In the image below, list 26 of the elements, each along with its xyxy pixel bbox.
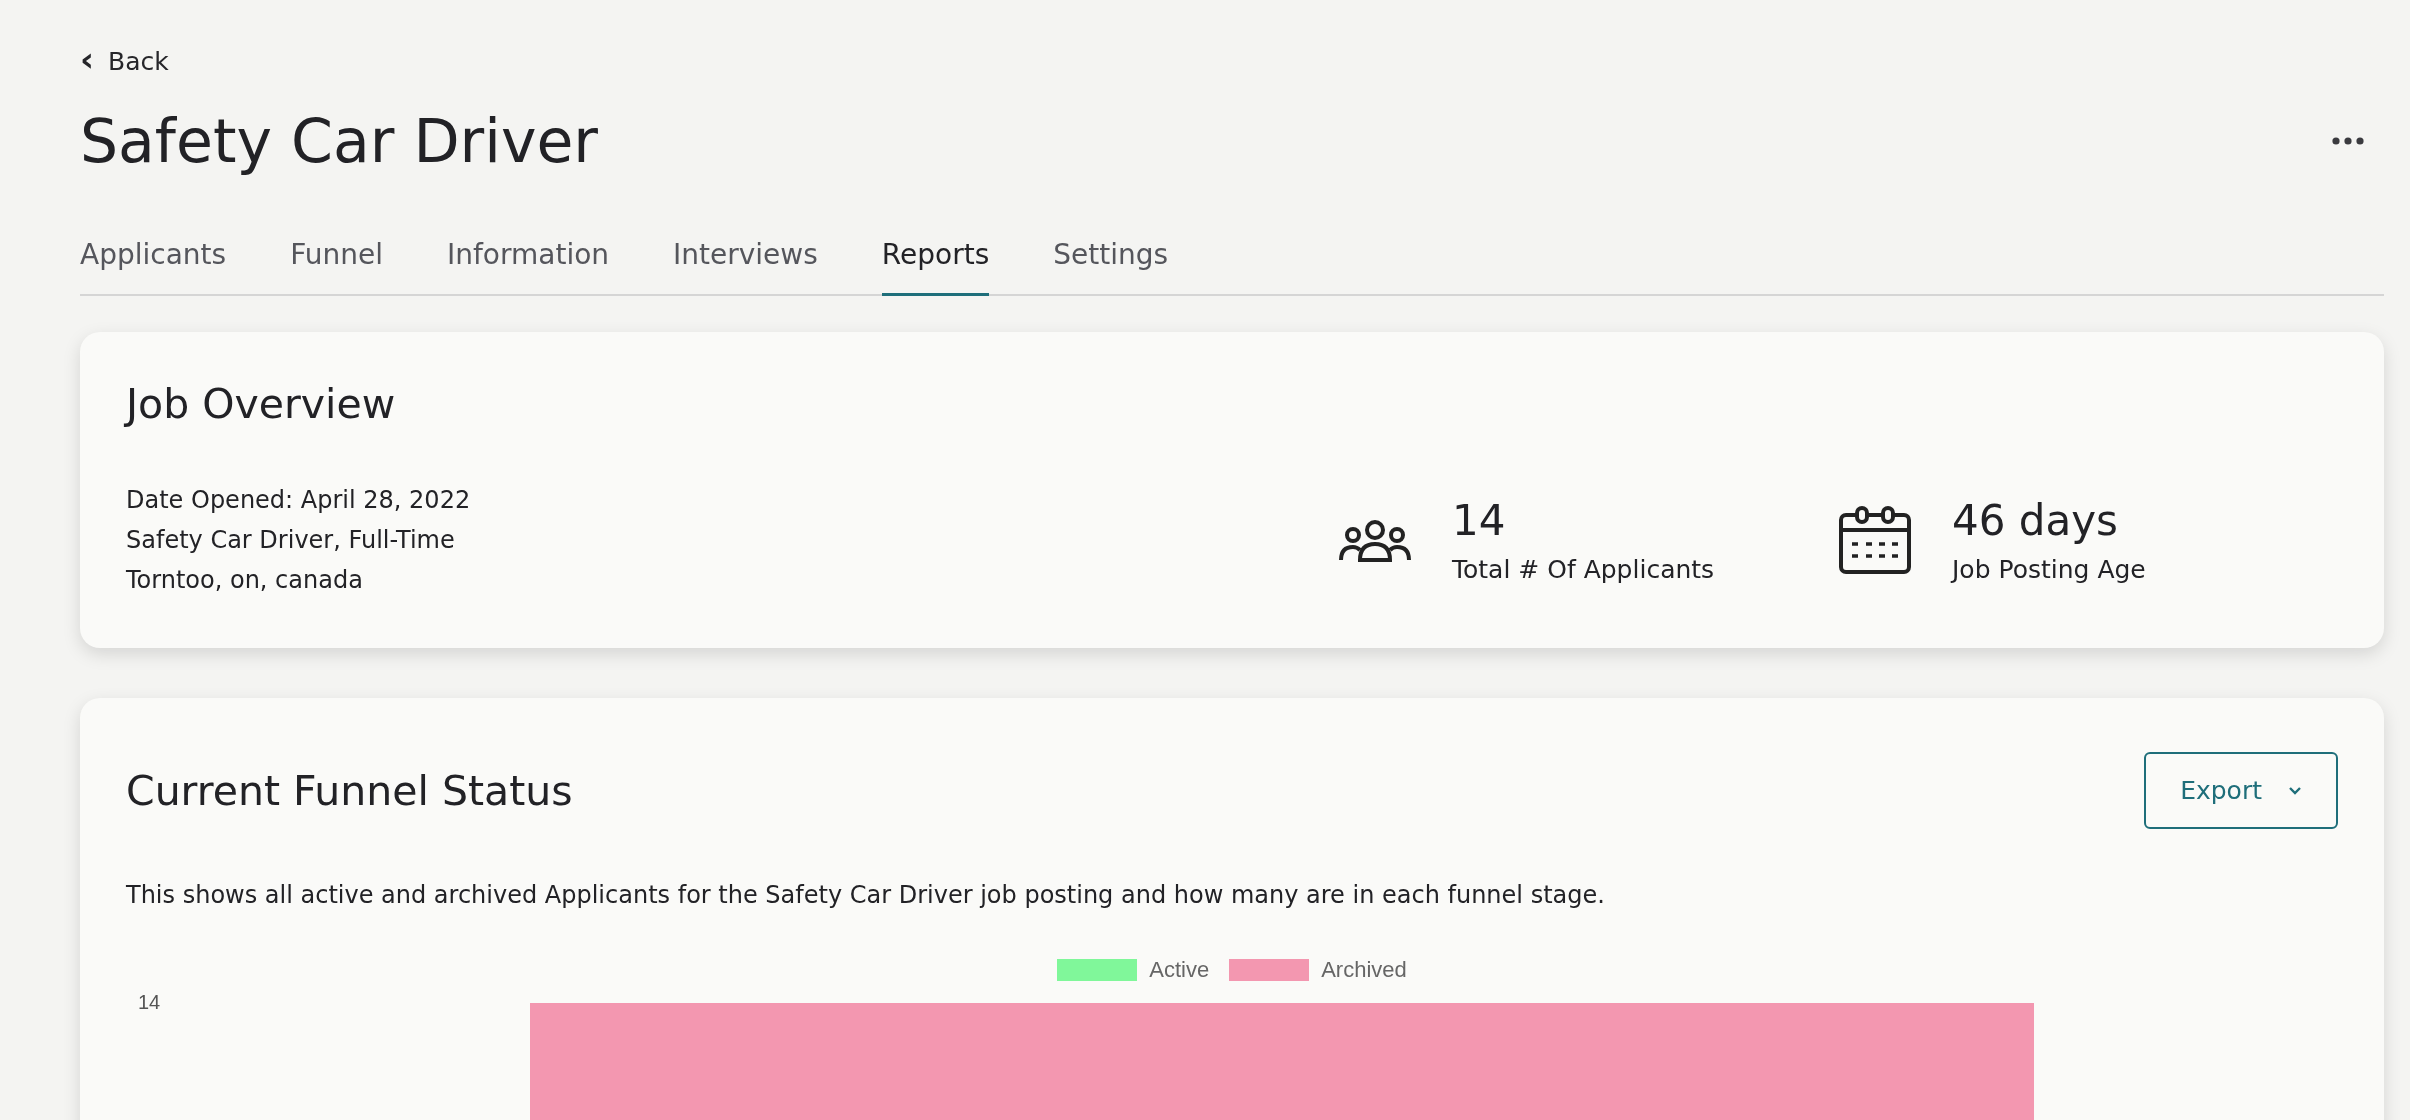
job-detail: Safety Car Driver, Full-Time [126,525,456,556]
tab[interactable]: Settings [1053,238,1169,296]
people-icon [1338,518,1412,562]
stat-label: Job Posting Age [1952,555,2146,584]
back-link[interactable]: ‹ Back [80,46,169,76]
legend-label: Archived [1321,957,1407,983]
tab[interactable]: Reports [881,238,990,296]
more-options-icon[interactable] [2332,137,2364,145]
card-title: Job Overview [126,380,397,428]
calendar-icon [1838,505,1912,575]
tab[interactable]: Applicants [80,238,227,296]
page-title: Safety Car Driver [80,106,599,176]
job-detail: Date Opened: April 28, 2022 [126,485,472,516]
stat-label: Total # Of Applicants [1452,555,1715,584]
tab[interactable]: Information [446,238,610,296]
description-text: This shows all active and archived Applicants for the Safety Car Driver job posting and how many are in each funnel stage. [126,881,1606,909]
stat-value: 14 [1452,496,1507,545]
caret-icon [2288,786,2302,795]
tab[interactable]: Interviews [673,238,818,296]
stat-value: 46 days [1952,496,2119,545]
card-title: Current Funnel Status [126,766,573,815]
axis-tick-label: 14 [138,991,161,1014]
job-detail: Torntoo, on, canada [126,565,364,596]
legend-label: Active [1149,957,1210,983]
tab[interactable]: Funnel [290,238,383,296]
export-button[interactable]: Export [2144,752,2338,829]
